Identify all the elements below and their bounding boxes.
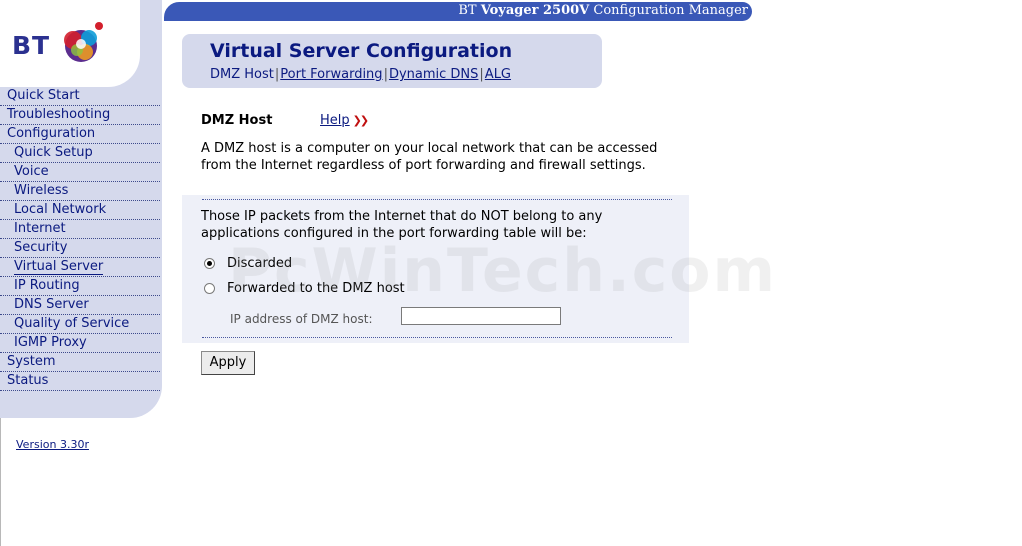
apply-button[interactable]: Apply [201,351,255,375]
double-chevron-right-icon: ❯❯ [352,114,370,127]
sidebar-item-label: Wireless [14,183,69,198]
app-title: BT Voyager 2500V Configuration Manager [458,3,748,18]
radio-discarded[interactable] [204,258,215,269]
sidebar-item-system[interactable]: System [0,353,160,372]
radio-forward-dmz[interactable] [204,283,215,294]
help-link[interactable]: Help [320,113,350,128]
dmz-ip-label: IP address of DMZ host: [230,312,373,326]
sidebar-item-status[interactable]: Status [0,372,160,391]
sidebar-item-label: Local Network [14,202,107,217]
sub-navigation: DMZ Host|Port Forwarding|Dynamic DNS|ALG [210,67,512,82]
sidebar-item-label: Quick Start [7,88,80,103]
sidebar-item-label: DNS Server [14,297,89,312]
sidebar-item-label: IP Routing [14,278,80,293]
sidebar-item-quality-of-service[interactable]: Quality of Service [0,315,160,334]
sidebar-item-dns-server[interactable]: DNS Server [0,296,160,315]
tab-dmz-host[interactable]: DMZ Host [210,67,274,82]
option-forward-dmz[interactable]: Forwarded to the DMZ host [204,281,405,296]
sidebar-nav: Quick Start Troubleshooting Configuration Q… [0,87,160,391]
sidebar-item-voice[interactable]: Voice [0,163,160,182]
sidebar-item-label: Internet [14,221,66,236]
sidebar-item-label: Security [14,240,68,255]
tab-dynamic-dns[interactable]: Dynamic DNS [389,67,478,82]
sidebar-item-quick-setup[interactable]: Quick Setup [0,144,160,163]
sidebar-item-igmp-proxy[interactable]: IGMP Proxy [0,334,160,353]
sidebar-item-virtual-server[interactable]: Virtual Server [0,258,160,277]
dmz-ip-input[interactable] [401,307,561,325]
sidebar-item-label: Quick Setup [14,145,93,160]
bt-globe-icon [64,22,103,62]
sidebar-item-configuration[interactable]: Configuration [0,125,160,144]
sidebar-item-label: Configuration [7,126,96,141]
sidebar-item-label: Troubleshooting [7,107,111,122]
title-bar: BT Voyager 2500V Configuration Manager [164,2,752,21]
version-link[interactable]: Version 3.30r [16,438,89,451]
tab-port-forwarding[interactable]: Port Forwarding [280,67,382,82]
help-link-group: Help ❯❯ [320,113,370,128]
sidebar-item-local-network[interactable]: Local Network [0,201,160,220]
sidebar-item-label: IGMP Proxy [14,335,87,350]
option-discarded-label: Discarded [227,256,293,271]
section-title: DMZ Host [201,113,273,128]
page-title: Virtual Server Configuration [210,40,513,62]
panel-instructions: Those IP packets from the Internet that … [201,209,603,241]
tab-alg[interactable]: ALG [485,67,511,82]
sidebar-item-label: Status [7,373,49,388]
dmz-description: A DMZ host is a computer on your local n… [201,141,658,173]
sidebar-item-ip-routing[interactable]: IP Routing [0,277,160,296]
sidebar-item-internet[interactable]: Internet [0,220,160,239]
option-forward-dmz-label: Forwarded to the DMZ host [227,281,405,296]
sidebar-item-quick-start[interactable]: Quick Start [0,87,160,106]
sidebar-item-label: Quality of Service [14,316,130,331]
bt-logo-text: BT [12,31,51,60]
option-discarded[interactable]: Discarded [204,256,292,271]
dmz-options-panel: Those IP packets from the Internet that … [182,195,689,343]
divider [202,337,672,338]
sidebar-item-label: Voice [14,164,49,179]
sidebar-item-troubleshooting[interactable]: Troubleshooting [0,106,160,125]
sidebar-item-security[interactable]: Security [0,239,160,258]
divider [202,199,672,200]
sidebar: BT Quick Start Troubleshooting Configurati… [0,0,162,451]
sidebar-item-label: System [7,354,56,369]
sidebar-item-label: Virtual Server [14,259,104,275]
sidebar-item-wireless[interactable]: Wireless [0,182,160,201]
logo-area: BT [0,0,140,87]
page-header: Virtual Server Configuration DMZ Host|Po… [182,34,602,88]
